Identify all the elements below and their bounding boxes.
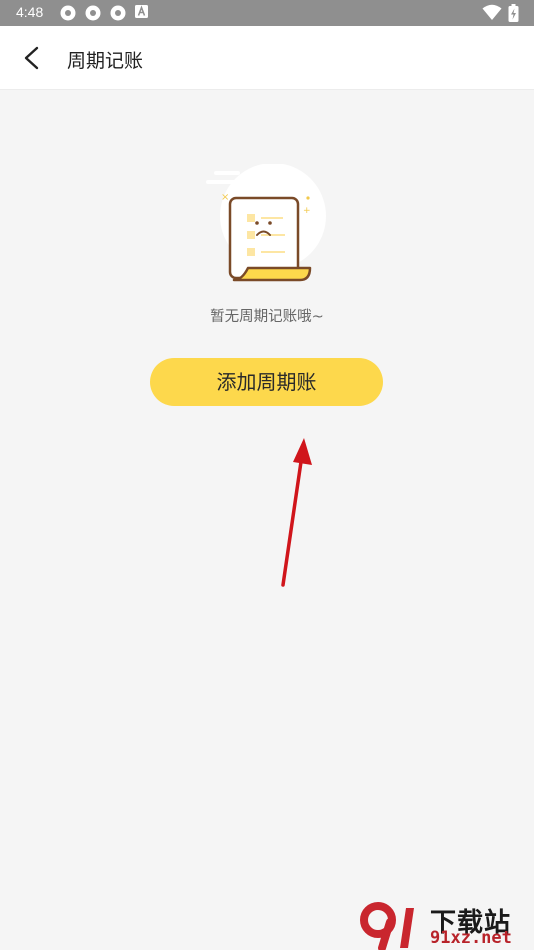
page-title: 周期记账 <box>67 50 144 72</box>
battery-charging-icon <box>508 4 519 22</box>
status-time: 4:48 <box>16 4 44 20</box>
font-a-icon <box>135 5 148 18</box>
back-button[interactable] <box>14 40 50 76</box>
svg-text:+: + <box>303 206 311 216</box>
app-header: 周期记账 <box>0 26 534 90</box>
chevron-left-icon <box>24 46 39 70</box>
add-periodic-entry-button[interactable]: 添加周期账 <box>150 358 383 406</box>
wifi-icon <box>482 4 502 20</box>
empty-state-message: 暂无周期记账哦~ <box>210 309 324 325</box>
settings-gear-icon <box>85 5 101 21</box>
red-arrow-annotation <box>281 438 312 587</box>
watermark: 下载站 91xz.net <box>360 902 534 950</box>
status-bar: 4:48 <box>0 0 534 26</box>
settings-gear-icon <box>60 5 76 21</box>
empty-ledger-illustration: × + <box>206 164 326 282</box>
91-logo-icon <box>360 902 414 950</box>
svg-text:×: × <box>221 192 229 203</box>
settings-gear-icon <box>110 5 126 21</box>
watermark-url: 91xz.net <box>430 928 512 948</box>
